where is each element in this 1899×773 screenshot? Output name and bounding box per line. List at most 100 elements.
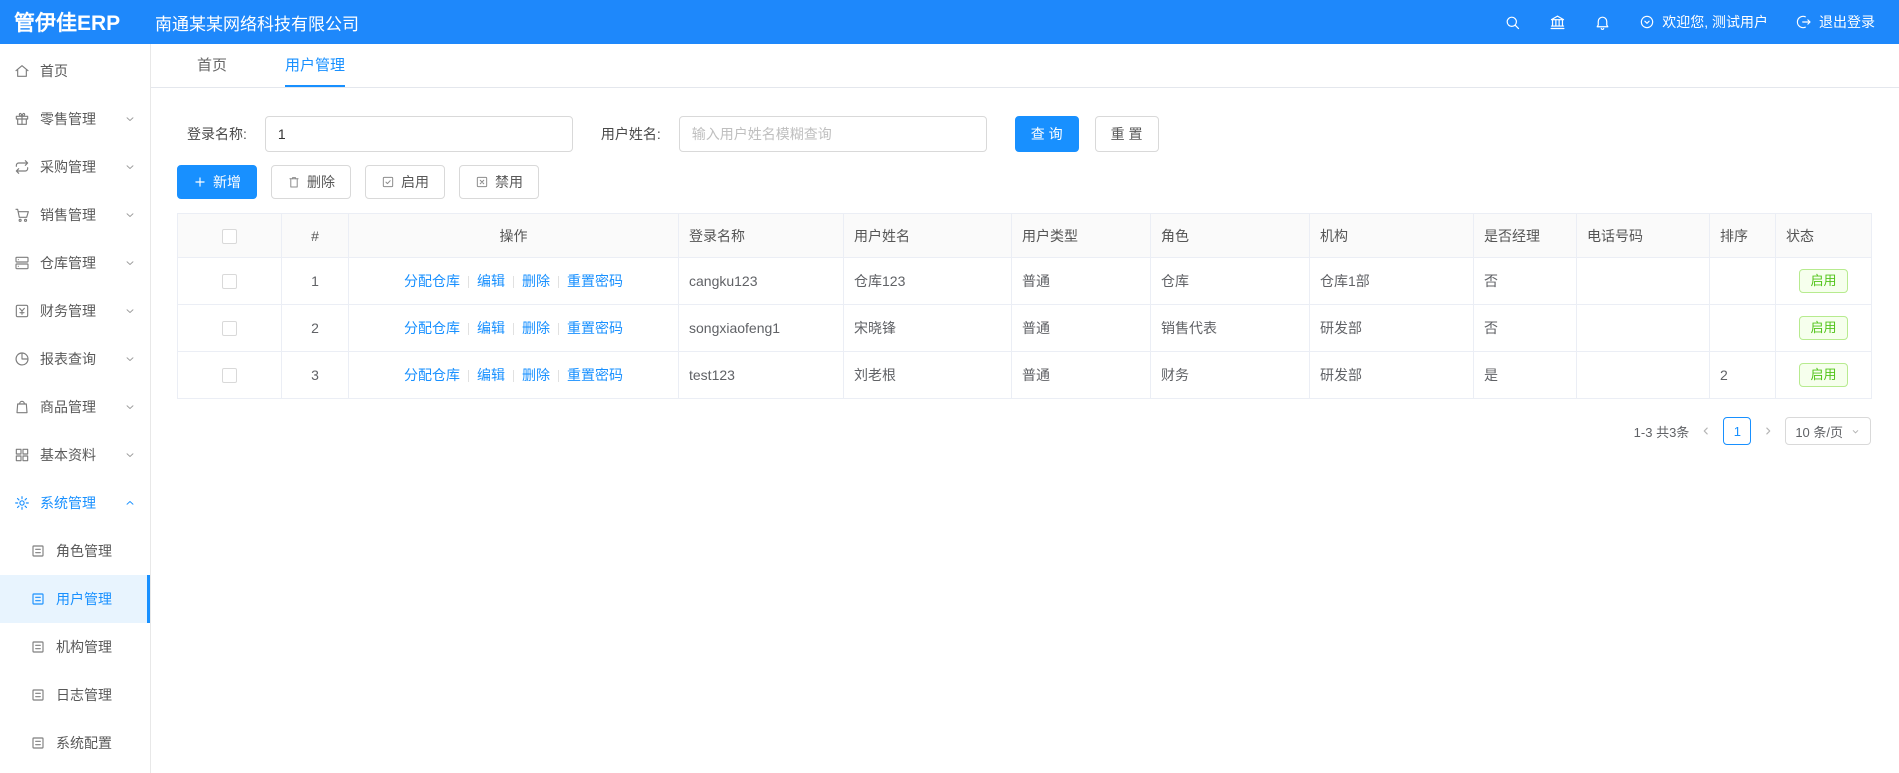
delete-button[interactable]: 删除 [271,165,351,199]
enable-button[interactable]: 启用 [365,165,445,199]
cell-type: 普通 [1011,304,1151,352]
status-badge[interactable]: 启用 [1799,268,1848,294]
action-separator [468,276,469,289]
row-checkbox[interactable] [222,321,237,337]
sidebar-item-label: 报表查询 [40,351,96,367]
page-size-select[interactable]: 10 条/页 [1785,417,1871,445]
tab-0[interactable]: 首页 [197,44,227,87]
gear-icon [14,495,30,511]
prev-page-button[interactable] [1699,424,1713,438]
action-assign-warehouse-link[interactable]: 分配仓库 [404,320,460,336]
action-reset-password-link[interactable]: 重置密码 [567,320,623,336]
bank-icon[interactable] [1549,14,1566,31]
sidebar-item-label: 采购管理 [40,159,96,175]
chevron-down-icon [124,113,136,125]
cell-manager: 否 [1473,257,1577,305]
cell-phone [1576,304,1710,352]
chevron-down-icon [124,257,136,269]
row-index: 3 [281,351,349,399]
tab-bar: 首页 用户管理 [151,44,1899,88]
sidebar-item-5[interactable]: 财务管理 [0,287,150,335]
cell-login: cangku123 [678,257,844,305]
sidebar-subitem-2[interactable]: 机构管理 [0,623,150,671]
action-edit-link[interactable]: 编辑 [477,367,505,383]
action-edit-link[interactable]: 编辑 [477,320,505,336]
sidebar-subitem-0[interactable]: 角色管理 [0,527,150,575]
row-checkbox[interactable] [222,274,237,290]
sidebar-item-label: 财务管理 [40,303,96,319]
sidebar-item-label: 首页 [40,63,68,79]
chevron-down-icon [1850,426,1861,437]
action-reset-password-link[interactable]: 重置密码 [567,273,623,289]
enable-button-label: 启用 [401,174,429,190]
chevron-down-icon [124,161,136,173]
pagination: 1-3 共3条 1 10 条/页 [177,417,1871,445]
search-button[interactable]: 查 询 [1014,116,1079,152]
sidebar-item-2[interactable]: 采购管理 [0,143,150,191]
sidebar-subitem-3[interactable]: 日志管理 [0,671,150,719]
document-icon [30,735,46,751]
search-icon[interactable] [1504,14,1521,31]
sidebar-item-4[interactable]: 仓库管理 [0,239,150,287]
company-name: 南通某某网络科技有限公司 [155,14,359,34]
user-menu[interactable]: 欢迎您, 测试用户 [1639,12,1768,32]
sidebar-item-8[interactable]: 基本资料 [0,431,150,479]
cell-type: 普通 [1011,257,1151,305]
app-logo: 管伊佳ERP [14,12,121,35]
cell-role: 财务 [1150,351,1310,399]
login-name-input[interactable] [264,116,573,152]
sidebar-subitem-4[interactable]: 系统配置 [0,719,150,767]
toolbar: 新增 删除 启用 禁用 [177,165,1871,199]
column-header: 角色 [1150,213,1310,258]
action-separator [513,370,514,383]
table-row: 1 分配仓库 编辑 删除 重置密码 cangku123 仓库123 普通 仓库 仓库1部否 启用 [177,257,1872,305]
sidebar-subitem-1[interactable]: 用户管理 [0,575,150,623]
column-header: 电话号码 [1576,213,1710,258]
disable-button[interactable]: 禁用 [459,165,539,199]
table-row: 2 分配仓库 编辑 删除 重置密码 songxiaofeng1 宋晓锋 普通 销售代表 研发部否 启… [177,304,1872,352]
select-all-header [177,213,282,258]
sidebar-item-0[interactable]: 首页 [0,47,150,95]
login-name-label: 登录名称: [187,126,247,142]
logout-button[interactable]: 退出登录 [1796,12,1875,32]
sidebar-item-label: 系统管理 [40,495,96,511]
sidebar-item-7[interactable]: 商品管理 [0,383,150,431]
cell-org: 研发部 [1309,351,1474,399]
action-separator [468,323,469,336]
check-square-icon [381,175,395,189]
page-number[interactable]: 1 [1723,417,1752,445]
status-badge[interactable]: 启用 [1799,362,1848,388]
action-edit-link[interactable]: 编辑 [477,273,505,289]
select-all-checkbox[interactable] [222,228,237,244]
cell-type: 普通 [1011,351,1151,399]
cell-sort [1709,257,1776,305]
chevron-down-icon [124,401,136,413]
cart-icon [14,207,30,223]
sidebar-item-1[interactable]: 零售管理 [0,95,150,143]
action-assign-warehouse-link[interactable]: 分配仓库 [404,273,460,289]
status-badge[interactable]: 启用 [1799,315,1848,341]
server-icon [14,255,30,271]
action-assign-warehouse-link[interactable]: 分配仓库 [404,367,460,383]
row-checkbox[interactable] [222,368,237,384]
action-delete-link[interactable]: 删除 [522,273,550,289]
action-reset-password-link[interactable]: 重置密码 [567,367,623,383]
sidebar: 首页零售管理采购管理销售管理 仓库管理财务管理报表查询商品管理 基本资料系统管理角色… [0,44,151,773]
repeat-icon [14,159,30,175]
sidebar-item-3[interactable]: 销售管理 [0,191,150,239]
row-actions: 分配仓库 编辑 删除 重置密码 [348,257,679,305]
add-button[interactable]: 新增 [177,165,257,199]
bell-icon[interactable] [1594,14,1611,31]
sidebar-item-label: 零售管理 [40,111,96,127]
user-name-input[interactable] [678,116,987,152]
tab-1[interactable]: 用户管理 [285,44,346,87]
action-delete-link[interactable]: 删除 [522,320,550,336]
sidebar-item-6[interactable]: 报表查询 [0,335,150,383]
gift-icon [14,111,30,127]
next-page-button[interactable] [1761,424,1775,438]
action-delete-link[interactable]: 删除 [522,367,550,383]
user-table: # 操作 登录名称 用户姓名 用户类型 角色 机构 是否经理 电话号码 排序 状态 1 分配仓库 编辑删… [177,213,1872,399]
plus-icon [193,175,207,189]
sidebar-item-9[interactable]: 系统管理 [0,479,150,527]
reset-button[interactable]: 重 置 [1094,116,1159,152]
